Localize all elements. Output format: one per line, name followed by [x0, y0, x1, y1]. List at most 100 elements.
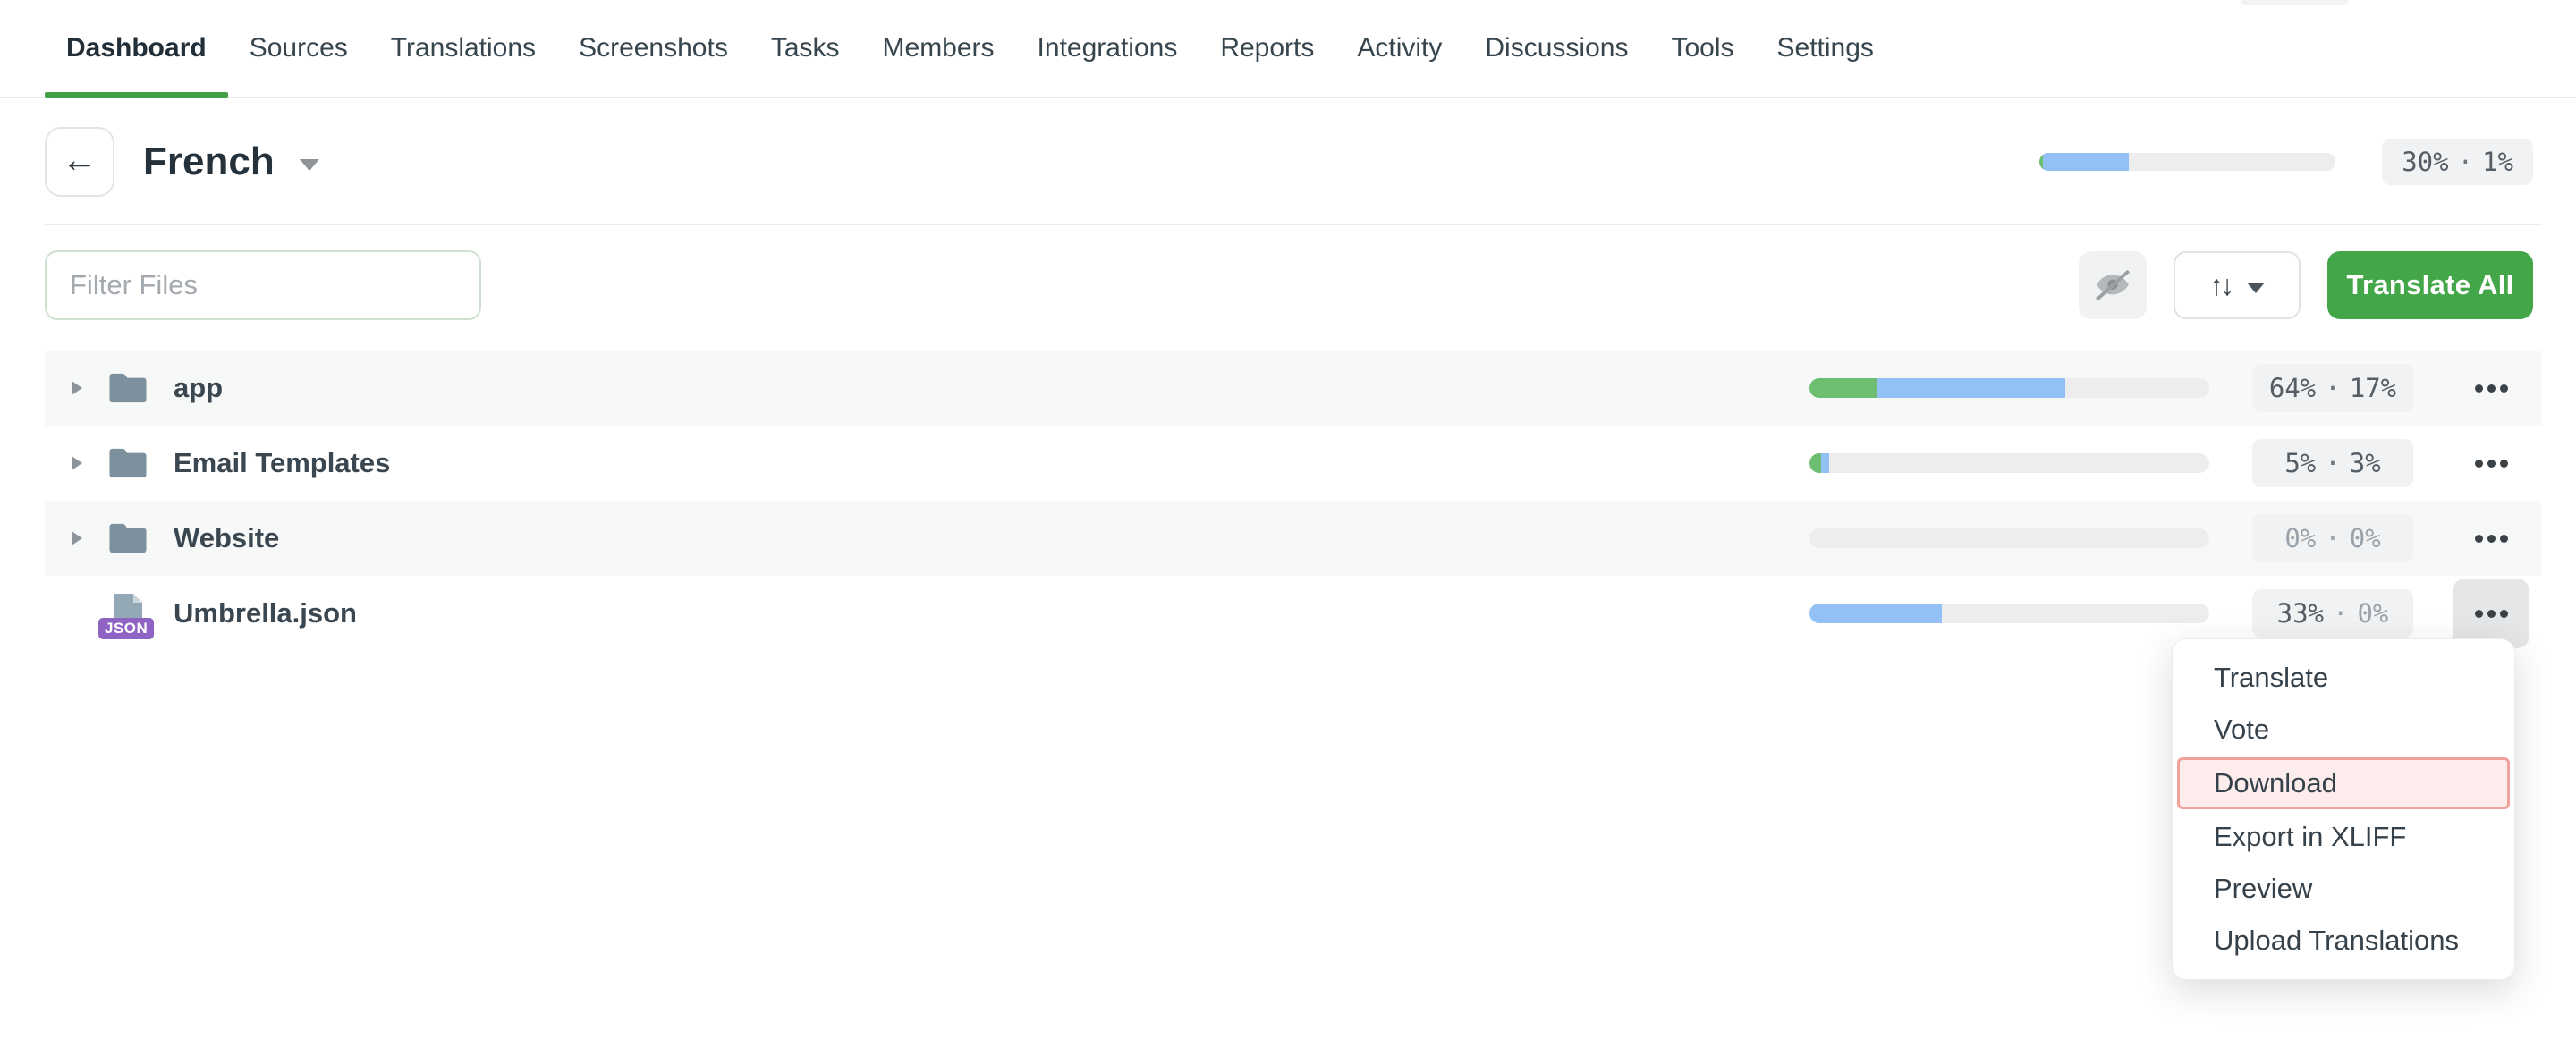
nav-tab-discussions[interactable]: Discussions [1463, 0, 1649, 97]
file-progress-bar [1809, 453, 2209, 473]
nav-tab-reports[interactable]: Reports [1199, 0, 1335, 97]
nav-tab-members[interactable]: Members [861, 0, 1016, 97]
nav-tab-label: Tasks [771, 33, 840, 63]
nav-tab-activity[interactable]: Activity [1335, 0, 1463, 97]
translated-progress-segment [1809, 604, 1942, 623]
nav-tab-label: Sources [250, 33, 348, 63]
menu-item-upload-translations[interactable]: Upload Translations [2173, 915, 2514, 967]
nav-tab-label: Reports [1220, 33, 1314, 63]
file-progress-badge: 5% · 3% [2252, 439, 2413, 487]
translated-progress-segment [2043, 153, 2129, 171]
approved-percent: 1% [2482, 147, 2513, 177]
hide-completed-button[interactable] [2079, 251, 2147, 319]
language-dropdown-caret-icon[interactable] [300, 159, 319, 171]
ellipsis-icon [2475, 610, 2483, 618]
ellipsis-icon [2475, 460, 2483, 468]
nav-tab-settings[interactable]: Settings [1756, 0, 1895, 97]
folder-icon [106, 446, 150, 480]
menu-item-export-in-xliff[interactable]: Export in XLIFF [2173, 811, 2514, 863]
file-progress-badge: 0% · 0% [2252, 514, 2413, 562]
file-name: Umbrella.json [174, 597, 357, 629]
page-header: ← French 30% · 1% [0, 98, 2576, 224]
partially-hidden-element [2241, 0, 2348, 5]
row-menu-button[interactable] [2453, 503, 2529, 573]
menu-item-preview[interactable]: Preview [2173, 863, 2514, 915]
nav-tab-label: Tools [1671, 33, 1733, 63]
translate-all-button[interactable]: Translate All [2327, 251, 2533, 319]
folder-icon [106, 521, 150, 555]
nav-tab-tools[interactable]: Tools [1649, 0, 1755, 97]
nav-tab-label: Dashboard [66, 33, 207, 63]
file-row-website[interactable]: Website 0% · 0% [45, 501, 2542, 576]
approved-percent: 0% [2350, 523, 2381, 553]
nav-tab-integrations[interactable]: Integrations [1016, 0, 1199, 97]
file-context-menu: Translate Vote Download Export in XLIFF … [2172, 638, 2515, 980]
nav-tab-sources[interactable]: Sources [228, 0, 369, 97]
nav-tab-tasks[interactable]: Tasks [750, 0, 861, 97]
approved-progress-segment [1809, 378, 1877, 398]
file-list: app 64% · 17% Email Te [45, 351, 2542, 651]
nav-tab-label: Translations [391, 33, 536, 63]
translated-percent: 33% [2277, 598, 2324, 629]
expand-chevron[interactable] [68, 531, 86, 545]
menu-item-vote[interactable]: Vote [2173, 704, 2514, 756]
translated-percent: 64% [2269, 373, 2316, 403]
badge-separator: · [2458, 147, 2473, 177]
file-progress-badge: 64% · 17% [2252, 364, 2413, 412]
language-progress-bar [2039, 153, 2335, 171]
expand-chevron[interactable] [68, 456, 86, 470]
file-name: Email Templates [174, 447, 390, 479]
language-title: French [143, 139, 275, 184]
back-arrow-icon: ← [62, 142, 97, 178]
file-row-email-templates[interactable]: Email Templates 5% · 3% [45, 426, 2542, 501]
language-progress-badge: 30% · 1% [2382, 139, 2533, 185]
header-progress-area: 30% · 1% [2039, 139, 2533, 185]
nav-tab-label: Activity [1357, 33, 1442, 63]
json-file-icon: JSON [106, 591, 150, 636]
file-progress-bar [1809, 528, 2209, 548]
nav-tab-label: Members [883, 33, 995, 63]
top-navigation: Dashboard Sources Translations Screensho… [0, 0, 2576, 98]
back-button[interactable]: ← [45, 127, 114, 197]
ellipsis-icon [2475, 384, 2483, 393]
nav-tab-label: Discussions [1485, 33, 1628, 63]
file-progress-badge: 33% · 0% [2252, 589, 2413, 638]
approved-percent: 3% [2350, 448, 2381, 478]
badge-separator: · [2325, 448, 2340, 478]
sort-button[interactable]: ↑↓ [2174, 251, 2301, 319]
file-progress-bar [1809, 378, 2209, 398]
approved-progress-segment [1809, 453, 1821, 473]
eye-off-icon [2093, 266, 2132, 305]
file-row-stats: 5% · 3% [1809, 428, 2542, 498]
file-row-stats: 64% · 17% [1809, 353, 2542, 423]
row-menu-button[interactable] [2453, 353, 2529, 423]
menu-item-download[interactable]: Download [2177, 757, 2510, 809]
file-row-umbrella-json[interactable]: JSON Umbrella.json 33% · 0% [45, 576, 2542, 651]
nav-tab-label: Integrations [1038, 33, 1178, 63]
file-row-app[interactable]: app 64% · 17% [45, 351, 2542, 426]
sort-arrows-icon: ↑↓ [2209, 269, 2231, 302]
nav-tab-label: Screenshots [579, 33, 728, 63]
folder-icon [106, 371, 150, 405]
chevron-right-icon [72, 531, 82, 545]
nav-tab-translations[interactable]: Translations [369, 0, 557, 97]
row-menu-button[interactable] [2453, 428, 2529, 498]
translated-percent: 0% [2284, 523, 2316, 553]
filter-files-input[interactable] [45, 250, 481, 320]
toolbar-actions: ↑↓ Translate All [2079, 251, 2533, 319]
translated-progress-segment [1821, 453, 1829, 473]
sort-caret-icon [2247, 283, 2265, 293]
file-name: Website [174, 522, 279, 554]
translated-progress-segment [1877, 378, 2065, 398]
approved-percent: 0% [2357, 598, 2388, 629]
nav-tab-screenshots[interactable]: Screenshots [557, 0, 750, 97]
file-toolbar: ↑↓ Translate All [0, 225, 2576, 351]
translated-percent: 30% [2402, 147, 2448, 177]
file-name: app [174, 372, 223, 404]
expand-chevron[interactable] [68, 381, 86, 395]
ellipsis-icon [2475, 535, 2483, 543]
badge-separator: · [2333, 598, 2348, 629]
menu-item-translate[interactable]: Translate [2173, 652, 2514, 704]
file-progress-bar [1809, 604, 2209, 623]
nav-tab-dashboard[interactable]: Dashboard [45, 0, 228, 97]
